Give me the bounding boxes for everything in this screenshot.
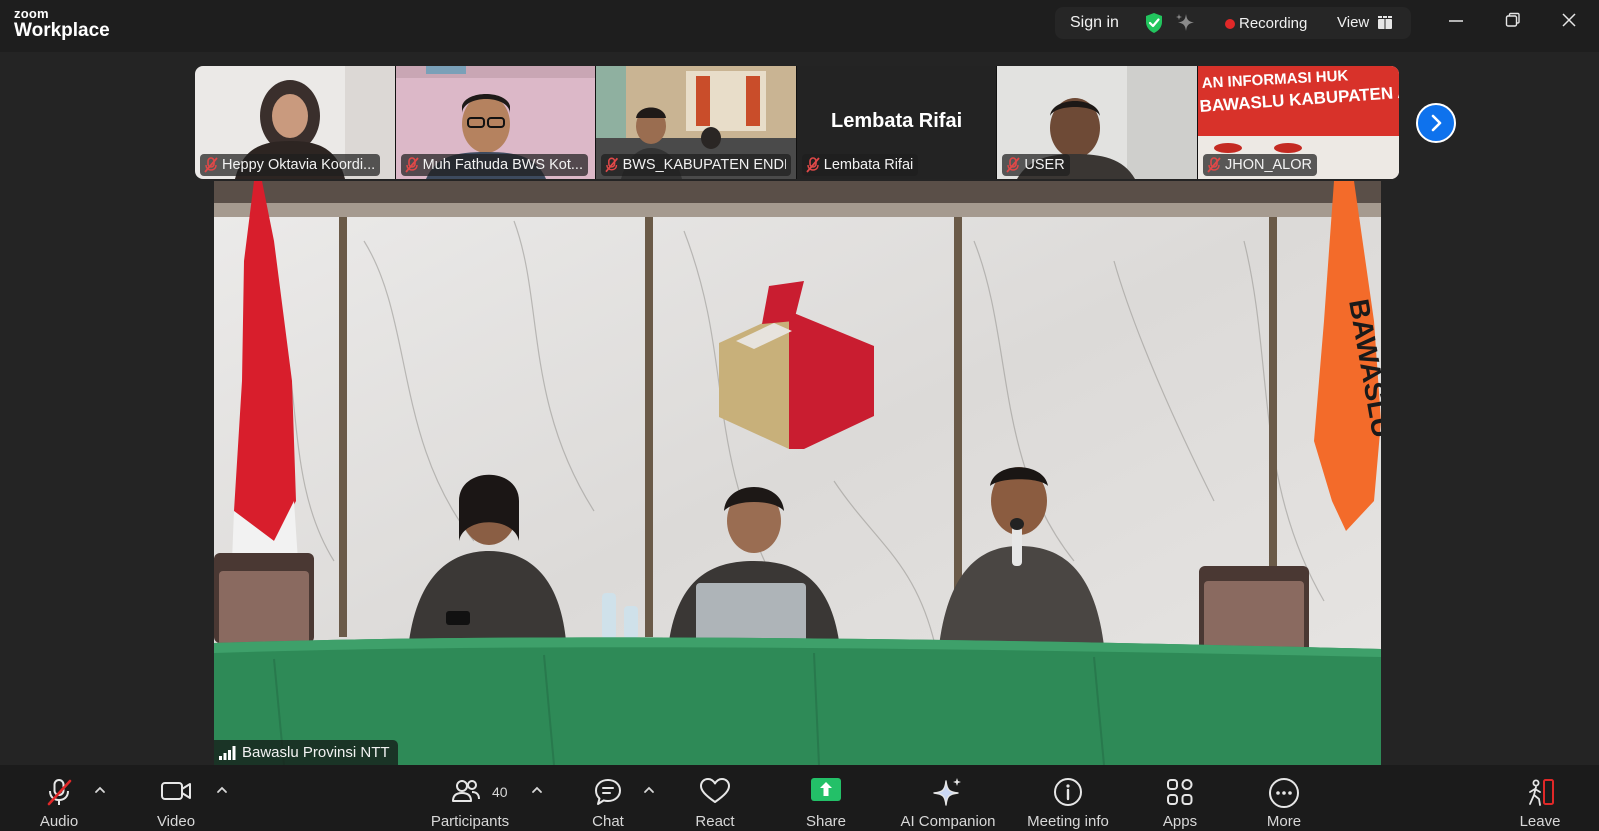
participants-options-chevron-up-icon[interactable] xyxy=(530,783,544,797)
recording-label[interactable]: Recording xyxy=(1239,15,1307,32)
share-label: Share xyxy=(805,813,847,830)
participant-name: USER xyxy=(1024,157,1065,173)
participant-name-tag: JHON_ALOR xyxy=(1202,154,1317,176)
encryption-shield-icon[interactable] xyxy=(1144,12,1164,39)
meeting-info-label: Meeting info xyxy=(1027,813,1109,830)
logo-bottom: Workplace xyxy=(14,20,110,41)
participant-tile[interactable]: USER xyxy=(997,66,1198,179)
participants-label: Participants xyxy=(430,813,510,830)
muted-mic-icon xyxy=(404,157,419,173)
video-options-chevron-up-icon[interactable] xyxy=(215,783,229,797)
participant-tile[interactable]: Muh Fathuda BWS Kot... xyxy=(395,66,597,179)
speaker-name-tag: Bawaslu Provinsi NTT xyxy=(214,740,398,765)
more-label: More xyxy=(1266,813,1302,830)
zoom-workplace-logo: zoom Workplace xyxy=(14,7,110,40)
participants-icon xyxy=(451,777,481,810)
more-button[interactable]: More xyxy=(1254,765,1314,831)
speaker-name: Bawaslu Provinsi NTT xyxy=(242,744,390,761)
participant-name: Lembata Rifai xyxy=(823,157,914,173)
participant-name: Muh Fathuda BWS Kot... xyxy=(422,157,583,173)
participant-tile[interactable]: BWS_KABUPATEN ENDE xyxy=(596,66,797,179)
share-screen-icon xyxy=(810,777,842,808)
grid-view-icon[interactable] xyxy=(1377,15,1393,36)
meeting-toolbar: Audio Video Participants 40 Chat React S… xyxy=(0,765,1599,831)
react-label: React xyxy=(695,813,735,830)
more-dots-icon xyxy=(1268,777,1300,814)
muted-mic-icon xyxy=(806,157,820,173)
sign-in-link[interactable]: Sign in xyxy=(1070,14,1119,32)
participants-count: 40 xyxy=(492,784,508,800)
participant-name-tag: BWS_KABUPATEN ENDE xyxy=(601,154,792,176)
leave-label: Leave xyxy=(1519,813,1561,830)
meeting-status-controls: Sign in Recording View xyxy=(1055,7,1411,39)
apps-button[interactable]: Apps xyxy=(1150,765,1210,831)
signal-strength-icon xyxy=(219,745,236,760)
ai-companion-button[interactable]: AI Companion xyxy=(893,765,1003,831)
ai-sparkle-icon[interactable] xyxy=(1174,12,1196,39)
participant-name: BWS_KABUPATEN ENDE xyxy=(622,157,787,173)
participant-name-tag: Heppy Oktavia Koordi... xyxy=(200,154,381,176)
participant-name-tag: Muh Fathuda BWS Kot... xyxy=(400,154,588,176)
muted-mic-icon xyxy=(605,157,619,173)
share-button[interactable]: Share xyxy=(795,765,857,831)
heart-icon xyxy=(699,777,731,810)
participant-display-name: Lembata Rifai xyxy=(831,110,963,132)
participant-tile[interactable]: Lembata Rifai Lembata Rifai xyxy=(796,66,998,179)
meeting-info-button[interactable]: Meeting info xyxy=(1018,765,1118,831)
participant-tile[interactable]: Heppy Oktavia Koordi... xyxy=(195,66,396,179)
audio-options-chevron-up-icon[interactable] xyxy=(93,783,107,797)
speaker-video-scene: BAWASLU xyxy=(214,181,1381,765)
apps-grid-icon xyxy=(1165,777,1195,812)
chat-button[interactable]: Chat xyxy=(576,765,640,831)
ai-companion-sparkle-icon xyxy=(932,777,964,812)
next-page-button[interactable] xyxy=(1416,103,1456,143)
minimize-icon[interactable] xyxy=(1448,12,1464,33)
participant-tile[interactable]: AN INFORMASI HUK BAWASLU KABUPATEN ALO J… xyxy=(1197,66,1399,179)
leave-button[interactable]: Leave xyxy=(1510,765,1570,831)
title-bar: zoom Workplace Sign in Recording View xyxy=(0,0,1599,52)
muted-microphone-icon xyxy=(44,777,74,812)
chat-label: Chat xyxy=(592,813,624,830)
muted-mic-icon xyxy=(204,157,218,173)
leave-door-icon xyxy=(1524,777,1556,812)
video-label: Video xyxy=(156,813,196,830)
info-icon xyxy=(1053,777,1083,812)
close-icon[interactable] xyxy=(1561,12,1577,33)
participant-thumbnail-strip: Heppy Oktavia Koordi... Muh Fathuda BWS … xyxy=(195,66,1399,179)
active-speaker-video[interactable]: BAWASLU Bawaslu Provinsi NTT xyxy=(214,181,1381,765)
apps-label: Apps xyxy=(1162,813,1198,830)
participant-name-tag: Lembata Rifai xyxy=(801,154,919,176)
participant-name: Heppy Oktavia Koordi... xyxy=(222,157,376,173)
participant-name-tag: USER xyxy=(1002,154,1070,176)
video-button[interactable]: Video xyxy=(141,765,211,831)
muted-mic-icon xyxy=(1207,157,1221,173)
muted-mic-icon xyxy=(1006,157,1021,173)
recording-dot-icon xyxy=(1225,19,1235,29)
restore-icon[interactable] xyxy=(1505,12,1521,33)
chat-bubble-icon xyxy=(593,777,623,812)
participant-name: JHON_ALOR xyxy=(1224,157,1312,173)
logo-top: zoom xyxy=(14,6,49,21)
audio-button[interactable]: Audio xyxy=(25,765,93,831)
chevron-right-icon xyxy=(1431,114,1442,132)
audio-label: Audio xyxy=(39,813,79,830)
video-camera-icon xyxy=(160,777,192,810)
chat-options-chevron-up-icon[interactable] xyxy=(642,783,656,797)
ai-companion-label: AI Companion xyxy=(900,813,996,830)
view-button[interactable]: View xyxy=(1337,14,1369,31)
react-button[interactable]: React xyxy=(685,765,745,831)
